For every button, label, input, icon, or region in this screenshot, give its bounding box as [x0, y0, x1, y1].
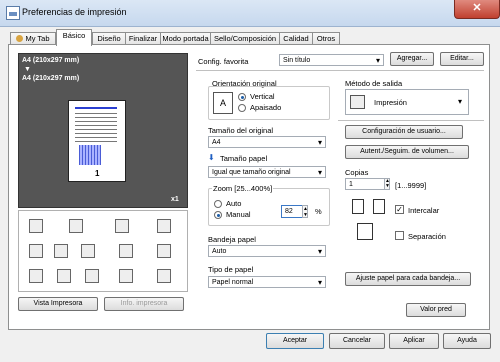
collate-page-icon [352, 199, 364, 214]
quality-icon[interactable] [29, 269, 43, 283]
adjust-paper-button[interactable]: Ajuste papel para cada bandeja... [345, 272, 471, 286]
zoom-manual-radio[interactable] [214, 211, 222, 219]
arrow-down-icon: ⬇ [208, 153, 215, 162]
separation-label: Separación [408, 232, 446, 241]
separation-checkbox[interactable] [395, 231, 404, 240]
tab-basico[interactable]: Básico [56, 29, 92, 46]
staple-icon[interactable] [29, 244, 43, 258]
copies-range: [1...9999] [395, 181, 427, 190]
layout-icon[interactable] [115, 219, 129, 233]
paper-tray-label: Bandeja papel [208, 235, 256, 244]
original-size-select[interactable]: A4 [208, 136, 326, 149]
apply-button[interactable]: Aplicar [389, 333, 439, 349]
preview-original-size: A4 (210x297 mm) [22, 57, 80, 64]
zoom-label: Zoom [25...400%] [212, 184, 274, 193]
function-icon-grid [18, 210, 188, 292]
orientation-landscape-radio[interactable] [238, 104, 246, 112]
printer-icon[interactable] [29, 219, 43, 233]
preview-page: 1 [68, 100, 126, 182]
collate-page-icon [373, 199, 385, 214]
collate-checkbox[interactable]: ✓ [395, 205, 404, 214]
zoom-auto-radio[interactable] [214, 200, 222, 208]
auth-tracking-button[interactable]: Autent./Seguim. de volumen... [345, 145, 469, 159]
tray-icon[interactable] [119, 269, 133, 283]
separation-page-icon [357, 223, 373, 240]
print-output-icon [350, 95, 365, 109]
window-title: Preferencias de impresión [22, 7, 127, 17]
chevron-down-icon: ▾ [458, 97, 463, 106]
copies-label: Copias [345, 168, 369, 177]
add-favorite-button[interactable]: Agregar... [390, 52, 434, 66]
portrait-a-icon: A [213, 92, 233, 114]
user-config-button[interactable]: Configuración de usuario... [345, 125, 463, 139]
orientation-vertical-label: Vertical [250, 92, 275, 101]
output-method-label: Método de salida [345, 79, 403, 88]
duplex-icon[interactable] [69, 219, 83, 233]
zoom-auto-label: Auto [226, 199, 242, 208]
help-button[interactable]: Ayuda [443, 333, 491, 349]
copies-spinner[interactable]: ▲ ▼ [384, 178, 390, 190]
zoom-manual-label: Manual [226, 210, 251, 219]
copies-badge: x1 [171, 196, 179, 203]
paper-type-select[interactable]: Papel normal [208, 276, 326, 289]
paper-type-label: Tipo de papel [208, 265, 254, 274]
cover-icon[interactable] [157, 244, 171, 258]
punch-icon[interactable] [54, 244, 68, 258]
orientation-landscape-label: Apaisado [250, 103, 282, 112]
paper-tray-select[interactable]: Auto [208, 245, 326, 258]
copy-icon[interactable] [157, 269, 171, 283]
favorite-config-label: Config. favorita [198, 57, 249, 66]
output-method-select[interactable]: Impresión ▾ [345, 89, 469, 115]
booklet-icon[interactable] [119, 244, 133, 258]
original-size-label: Tamaño del original [208, 126, 274, 135]
preview-arrow: ▼ [24, 66, 31, 73]
zoom-unit: % [315, 207, 322, 216]
favorites-divider [196, 70, 484, 71]
favorite-config-select[interactable]: Sin título [279, 54, 384, 67]
cancel-button[interactable]: Cancelar [329, 333, 385, 349]
output-method-value: Impresión [374, 98, 407, 107]
copies-input[interactable]: 1 [345, 178, 385, 190]
preview-paper-size: A4 (210x297 mm) [22, 75, 80, 82]
stamp-icon[interactable] [157, 219, 171, 233]
ok-button[interactable]: Aceptar [266, 333, 324, 349]
output-divider [338, 120, 484, 121]
collate-label: Intercalar [408, 206, 440, 215]
printer-view-button[interactable]: Vista Impresora [18, 297, 98, 311]
orientation-vertical-radio[interactable] [238, 93, 246, 101]
printer-info-button[interactable]: Info. impresora [104, 297, 184, 311]
printer-app-icon [6, 6, 20, 20]
user-icon[interactable] [57, 269, 71, 283]
paper-size-label: Tamaño papel [220, 154, 268, 163]
zoom-value-input[interactable]: 82 [281, 205, 303, 218]
person-icon [16, 35, 24, 42]
image-placeholder [79, 145, 101, 165]
preview-page-number: 1 [95, 169, 100, 178]
fold-icon[interactable] [81, 244, 95, 258]
edit-favorite-button[interactable]: Editar... [440, 52, 484, 66]
account-icon[interactable] [85, 269, 99, 283]
close-button[interactable]: ✕ [454, 0, 500, 19]
zoom-spinner[interactable]: ▲ ▼ [302, 205, 308, 218]
paper-size-select[interactable]: Igual que tamaño original [208, 166, 326, 179]
default-value-button[interactable]: Valor pred [406, 303, 466, 317]
